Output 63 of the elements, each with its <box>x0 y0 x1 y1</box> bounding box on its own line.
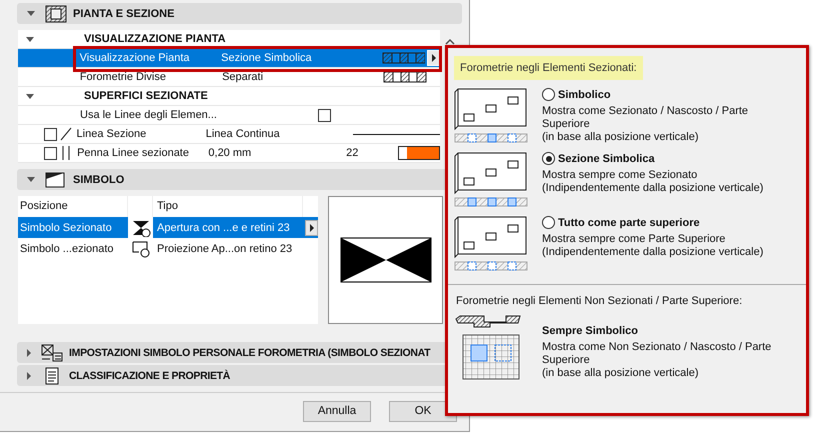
option-description: (in base alla posizione verticale) <box>542 367 700 380</box>
radio-button[interactable] <box>542 88 555 101</box>
option-description: Mostra sempre come Sezionato <box>542 169 698 182</box>
checkbox[interactable] <box>44 128 57 140</box>
group-title: VISUALIZZAZIONE PIANTA <box>84 33 226 45</box>
expand-button[interactable] <box>305 220 318 236</box>
table-cell-text: Simbolo ...ezionato <box>19 242 115 254</box>
property-label: Penna Linee sezionate <box>77 147 190 159</box>
property-row[interactable]: Linea Sezione Linea Continua <box>18 125 440 144</box>
projection-symbol-icon <box>130 240 150 258</box>
property-row[interactable]: Forometrie Divise Separati <box>18 68 440 87</box>
triangle-icon[interactable] <box>26 36 34 42</box>
option-description: Mostra sempre come Parte Superiore <box>542 233 726 246</box>
option-description: Mostra come Non Sezionato / Nascosto / Parte Superiore <box>542 341 772 367</box>
section-title: PIANTA E SEZIONE <box>73 8 174 20</box>
option-description: (Indipendentemente dalla posizione verticale) <box>542 246 764 259</box>
cut-symbol-icon <box>130 218 150 236</box>
table-cell-text: Simbolo Sezionato <box>19 222 113 234</box>
symbol-list-icon <box>41 344 63 362</box>
radio-button[interactable] <box>542 152 555 165</box>
property-label: Linea Sezione <box>76 128 148 140</box>
property-value: Linea Continua <box>206 128 281 140</box>
line-icon <box>60 127 72 141</box>
section-title: SIMBOLO <box>73 174 124 186</box>
property-row[interactable]: Usa le Linee degli Elemen... <box>18 106 440 125</box>
property-label: Usa le Linee degli Elemen... <box>80 109 218 121</box>
group-title: SUPERFICI SEZIONATE <box>84 90 208 102</box>
section-title: IMPOSTAZIONI SIMBOLO PERSONALE FOROMETRIA (SIMBOLO SEZIONAT <box>69 346 430 358</box>
popup-heading: Forometrie negli Elementi Non Sezionati / Parte Superiore: <box>456 295 744 307</box>
property-value: Sezione Simbolica <box>221 52 313 64</box>
section-title: CLASSIFICAZIONE E PROPRIETÀ <box>69 370 230 382</box>
property-value: Separati <box>222 71 264 83</box>
option-description: (in base alla posizione verticale) <box>542 131 700 144</box>
table-cell-text: Apertura con ...e e retini 23 <box>156 222 291 234</box>
radio-option[interactable]: Tutto come parte superiore <box>542 216 798 229</box>
popup-heading: Forometrie negli Elementi Sezionati: <box>454 56 643 80</box>
table-cell-text: Proiezione Ap...on retino 23 <box>156 242 294 254</box>
radio-option[interactable]: Simbolico <box>542 88 798 101</box>
property-label: Visualizzazione Pianta <box>80 52 190 64</box>
section-header[interactable]: PIANTA E SEZIONE <box>17 3 462 24</box>
option-label: Sempre Simbolico <box>542 325 639 337</box>
property-row[interactable]: Visualizzazione Pianta Sezione Simbolica <box>18 49 440 68</box>
window-icon <box>45 170 67 188</box>
radio-button[interactable] <box>542 216 555 229</box>
property-row[interactable]: Penna Linee sezionate 0,20 mm 22 <box>18 144 440 163</box>
property-label: Forometrie Divise <box>80 71 167 83</box>
dialog-button[interactable]: Annulla <box>303 401 371 422</box>
triangle-icon[interactable] <box>26 94 34 98</box>
option-description: (Indipendentemente dalla posizione verticale) <box>542 182 764 195</box>
property-value: 0,20 mm <box>208 147 252 159</box>
pen-number: 22 <box>346 147 360 159</box>
checkbox[interactable] <box>318 108 331 122</box>
table-row[interactable]: Simbolo Sezionato Apertura con ...e e retini 23 <box>18 217 318 238</box>
pattern-icon <box>382 51 426 65</box>
pattern-icon <box>383 70 428 84</box>
option-description: Mostra come Sezionato / Nascosto / Parte Superiore <box>542 105 750 131</box>
radio-option[interactable]: Sezione Simbolica <box>542 152 798 165</box>
checkbox[interactable] <box>44 146 57 160</box>
pen-color-swatch <box>398 146 440 160</box>
table-row[interactable]: Simbolo ...ezionato Proiezione Ap...on retino 23 <box>18 238 318 259</box>
hatched-square-icon <box>45 4 67 22</box>
pen-icon <box>60 146 72 160</box>
up-chevron-icon <box>445 38 455 45</box>
